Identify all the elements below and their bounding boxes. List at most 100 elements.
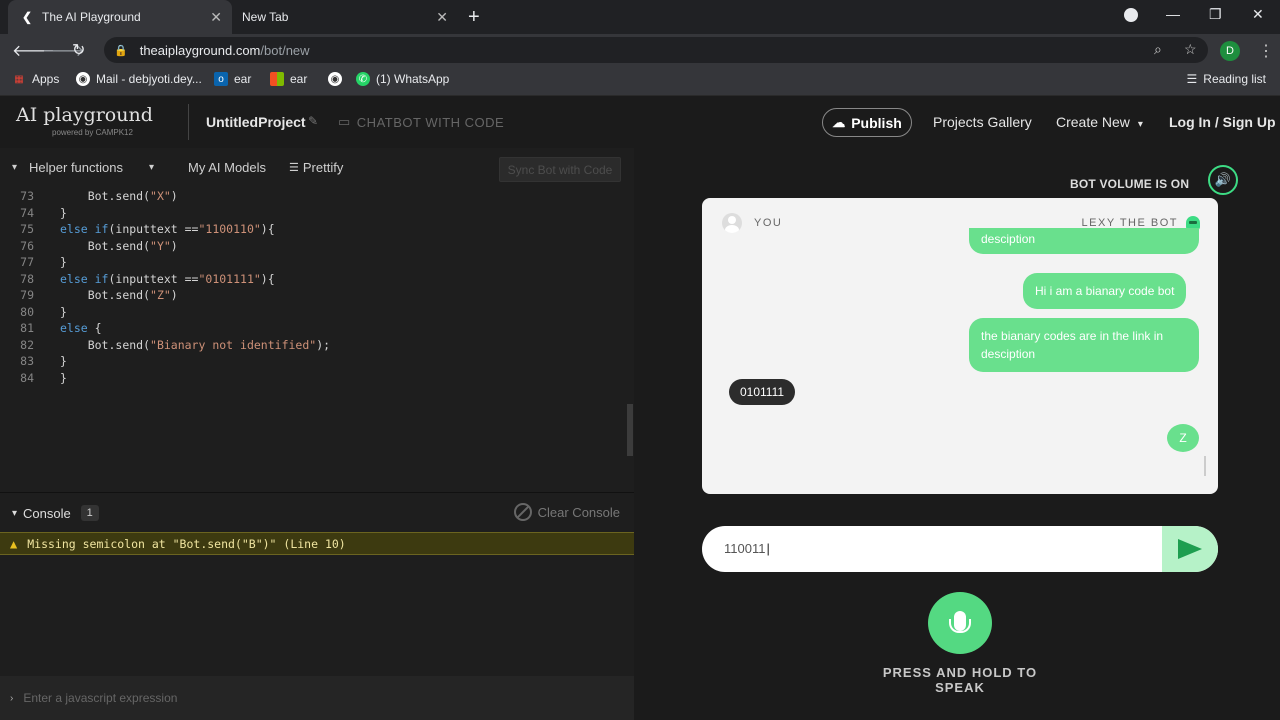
code-line[interactable]: 78 else if(inputtext =="0101111"){ (0, 271, 620, 288)
send-icon (1178, 539, 1202, 559)
browser-menu-icon[interactable]: ⋮ (1258, 41, 1274, 61)
app-logo[interactable]: AI playground (16, 104, 153, 126)
editor-scrollbar[interactable] (627, 404, 633, 456)
console-toggle[interactable]: ▾ Console 1 (12, 505, 99, 521)
line-number: 83 (20, 354, 34, 369)
tab-new-tab[interactable]: New Tab ✕ (232, 0, 458, 34)
code-line[interactable]: 73 Bot.send("X") (0, 188, 620, 205)
apps-grid-icon: ▦ (14, 73, 24, 85)
chat-scrollbar[interactable] (1204, 456, 1206, 476)
zoom-icon[interactable]: ⌕ (1154, 41, 1162, 58)
code-text: Bot.send("X") (60, 189, 178, 203)
bookmark-mail[interactable]: ◉ Mail - debjyoti.dey... (76, 72, 202, 86)
console-input[interactable]: › Enter a javascript expression (0, 676, 634, 720)
line-number: 76 (20, 238, 34, 253)
nav-projects-gallery[interactable]: Projects Gallery (933, 114, 1032, 130)
code-line[interactable]: 76 Bot.send("Y") (0, 238, 620, 255)
code-text: else if(inputtext =="0101111"){ (60, 272, 275, 286)
code-line[interactable]: 74} (0, 205, 620, 222)
bot-message: desciption (969, 228, 1199, 254)
line-number: 82 (20, 337, 34, 352)
prettify-button[interactable]: ☰ Prettify (289, 160, 343, 175)
line-number: 73 (20, 189, 34, 204)
code-line[interactable]: 79 Bot.send("Z") (0, 287, 620, 304)
close-window-icon[interactable]: ✕ (1252, 6, 1264, 23)
code-line[interactable]: 80} (0, 304, 620, 321)
code-line[interactable]: 75 else if(inputtext =="1100110"){ (0, 221, 620, 238)
warning-icon: ▲ (10, 536, 18, 551)
code-line[interactable]: 82 Bot.send("Bianary not identified"); (0, 337, 620, 354)
chat-icon: ▭ (338, 114, 351, 129)
message-input[interactable]: 110011 (702, 526, 1218, 572)
line-number: 74 (20, 205, 34, 220)
publish-button[interactable]: ☁ Publish (822, 108, 912, 137)
helper-functions-dropdown[interactable]: ▾ Helper functions ▾ (12, 160, 154, 175)
sync-bot-button[interactable]: Sync Bot with Code (499, 157, 621, 182)
code-token: } (60, 255, 67, 270)
restore-icon[interactable]: ❐ (1209, 6, 1222, 23)
code-keyword: else if (60, 222, 109, 237)
address-bar[interactable]: 🔒 theaiplayground.com /bot/new (104, 37, 1208, 63)
edit-pencil-icon[interactable]: ✎ (308, 114, 318, 128)
code-token: } (60, 205, 67, 220)
line-number: 84 (20, 370, 34, 385)
minimize-icon[interactable]: — (1166, 6, 1180, 22)
nav-create-new[interactable]: Create New ▾ (1056, 114, 1143, 130)
code-text: Bot.send("Z") (60, 288, 178, 302)
bookmark-ear-outlook[interactable]: o ear (214, 72, 251, 86)
reading-list[interactable]: ☰ Reading list (1187, 72, 1266, 86)
new-tab-icon[interactable]: + (468, 6, 480, 29)
close-tab-icon[interactable]: ✕ (210, 9, 222, 26)
bookmark-ear-office[interactable]: ear (270, 72, 307, 86)
code-string: "Bianary not identified" (150, 337, 317, 352)
close-tab-icon[interactable]: ✕ (436, 9, 448, 26)
bookmark-whatsapp[interactable]: ✆ (1) WhatsApp (356, 72, 449, 86)
code-line[interactable]: 84} (0, 370, 620, 387)
line-number: 79 (20, 288, 34, 303)
bookmark-star-icon[interactable]: ☆ (1184, 41, 1197, 58)
code-text: else if(inputtext =="1100110"){ (60, 222, 275, 236)
url-host: theaiplayground.com (139, 42, 261, 58)
console-count-badge: 1 (80, 505, 99, 521)
code-token: } (60, 354, 67, 369)
code-string: "1100110" (198, 222, 261, 237)
nav-login-signup[interactable]: Log In / Sign Up (1169, 114, 1276, 130)
ban-icon (513, 503, 532, 521)
code-text: } (60, 371, 67, 385)
code-line[interactable]: 81 else { (0, 320, 620, 337)
code-editor[interactable]: 73 Bot.send("X") 74} 75 else if(inputtext =… (0, 188, 634, 488)
chevron-down-icon: ▾ (12, 507, 18, 519)
bot-message: the bianary codes are in the link in des… (969, 318, 1199, 372)
code-string: "X" (150, 189, 171, 204)
profile-menu-icon[interactable] (1124, 8, 1138, 22)
bookmark-globe[interactable]: ◉ (328, 72, 348, 86)
console-header: ▾ Console 1 Clear Console (0, 492, 634, 532)
code-token: ) (170, 189, 178, 204)
tab-ai-playground[interactable]: ❮ The AI Playground ✕ (8, 0, 232, 34)
bookmark-apps[interactable]: ▦ Apps (12, 72, 59, 86)
chevron-down-icon: ▾ (12, 162, 18, 173)
chevron-right-icon: › (10, 692, 14, 704)
microphone-button[interactable] (928, 592, 992, 654)
console-output (0, 555, 634, 675)
project-name[interactable]: UntitledProject (206, 114, 306, 130)
clear-console-button[interactable]: Clear Console (513, 503, 620, 521)
office-icon (270, 72, 284, 86)
my-ai-models-button[interactable]: My AI Models (188, 160, 266, 175)
message-input-value: 110011 (724, 541, 770, 556)
code-line[interactable]: 77} (0, 254, 620, 271)
bot-message: Hi i am a bianary code bot (1023, 273, 1187, 309)
code-token: ){ (260, 222, 275, 237)
code-line[interactable]: 83} (0, 353, 620, 370)
speaker-icon[interactable]: 🔊 (1208, 165, 1238, 195)
press-to-speak-label: PRESS AND HOLD TO SPEAK (882, 665, 1038, 695)
send-button[interactable] (1162, 526, 1218, 572)
logo-powered-by: powered by CAMPK12 (52, 128, 133, 137)
code-token: Bot.send( (87, 288, 151, 303)
profile-avatar[interactable]: D (1220, 41, 1240, 61)
user-message: 0101111 (729, 379, 796, 405)
reload-icon[interactable]: ↻ (72, 40, 85, 60)
code-text: Bot.send("Y") (60, 239, 178, 253)
code-token: { (87, 321, 102, 336)
code-text: } (60, 354, 67, 368)
